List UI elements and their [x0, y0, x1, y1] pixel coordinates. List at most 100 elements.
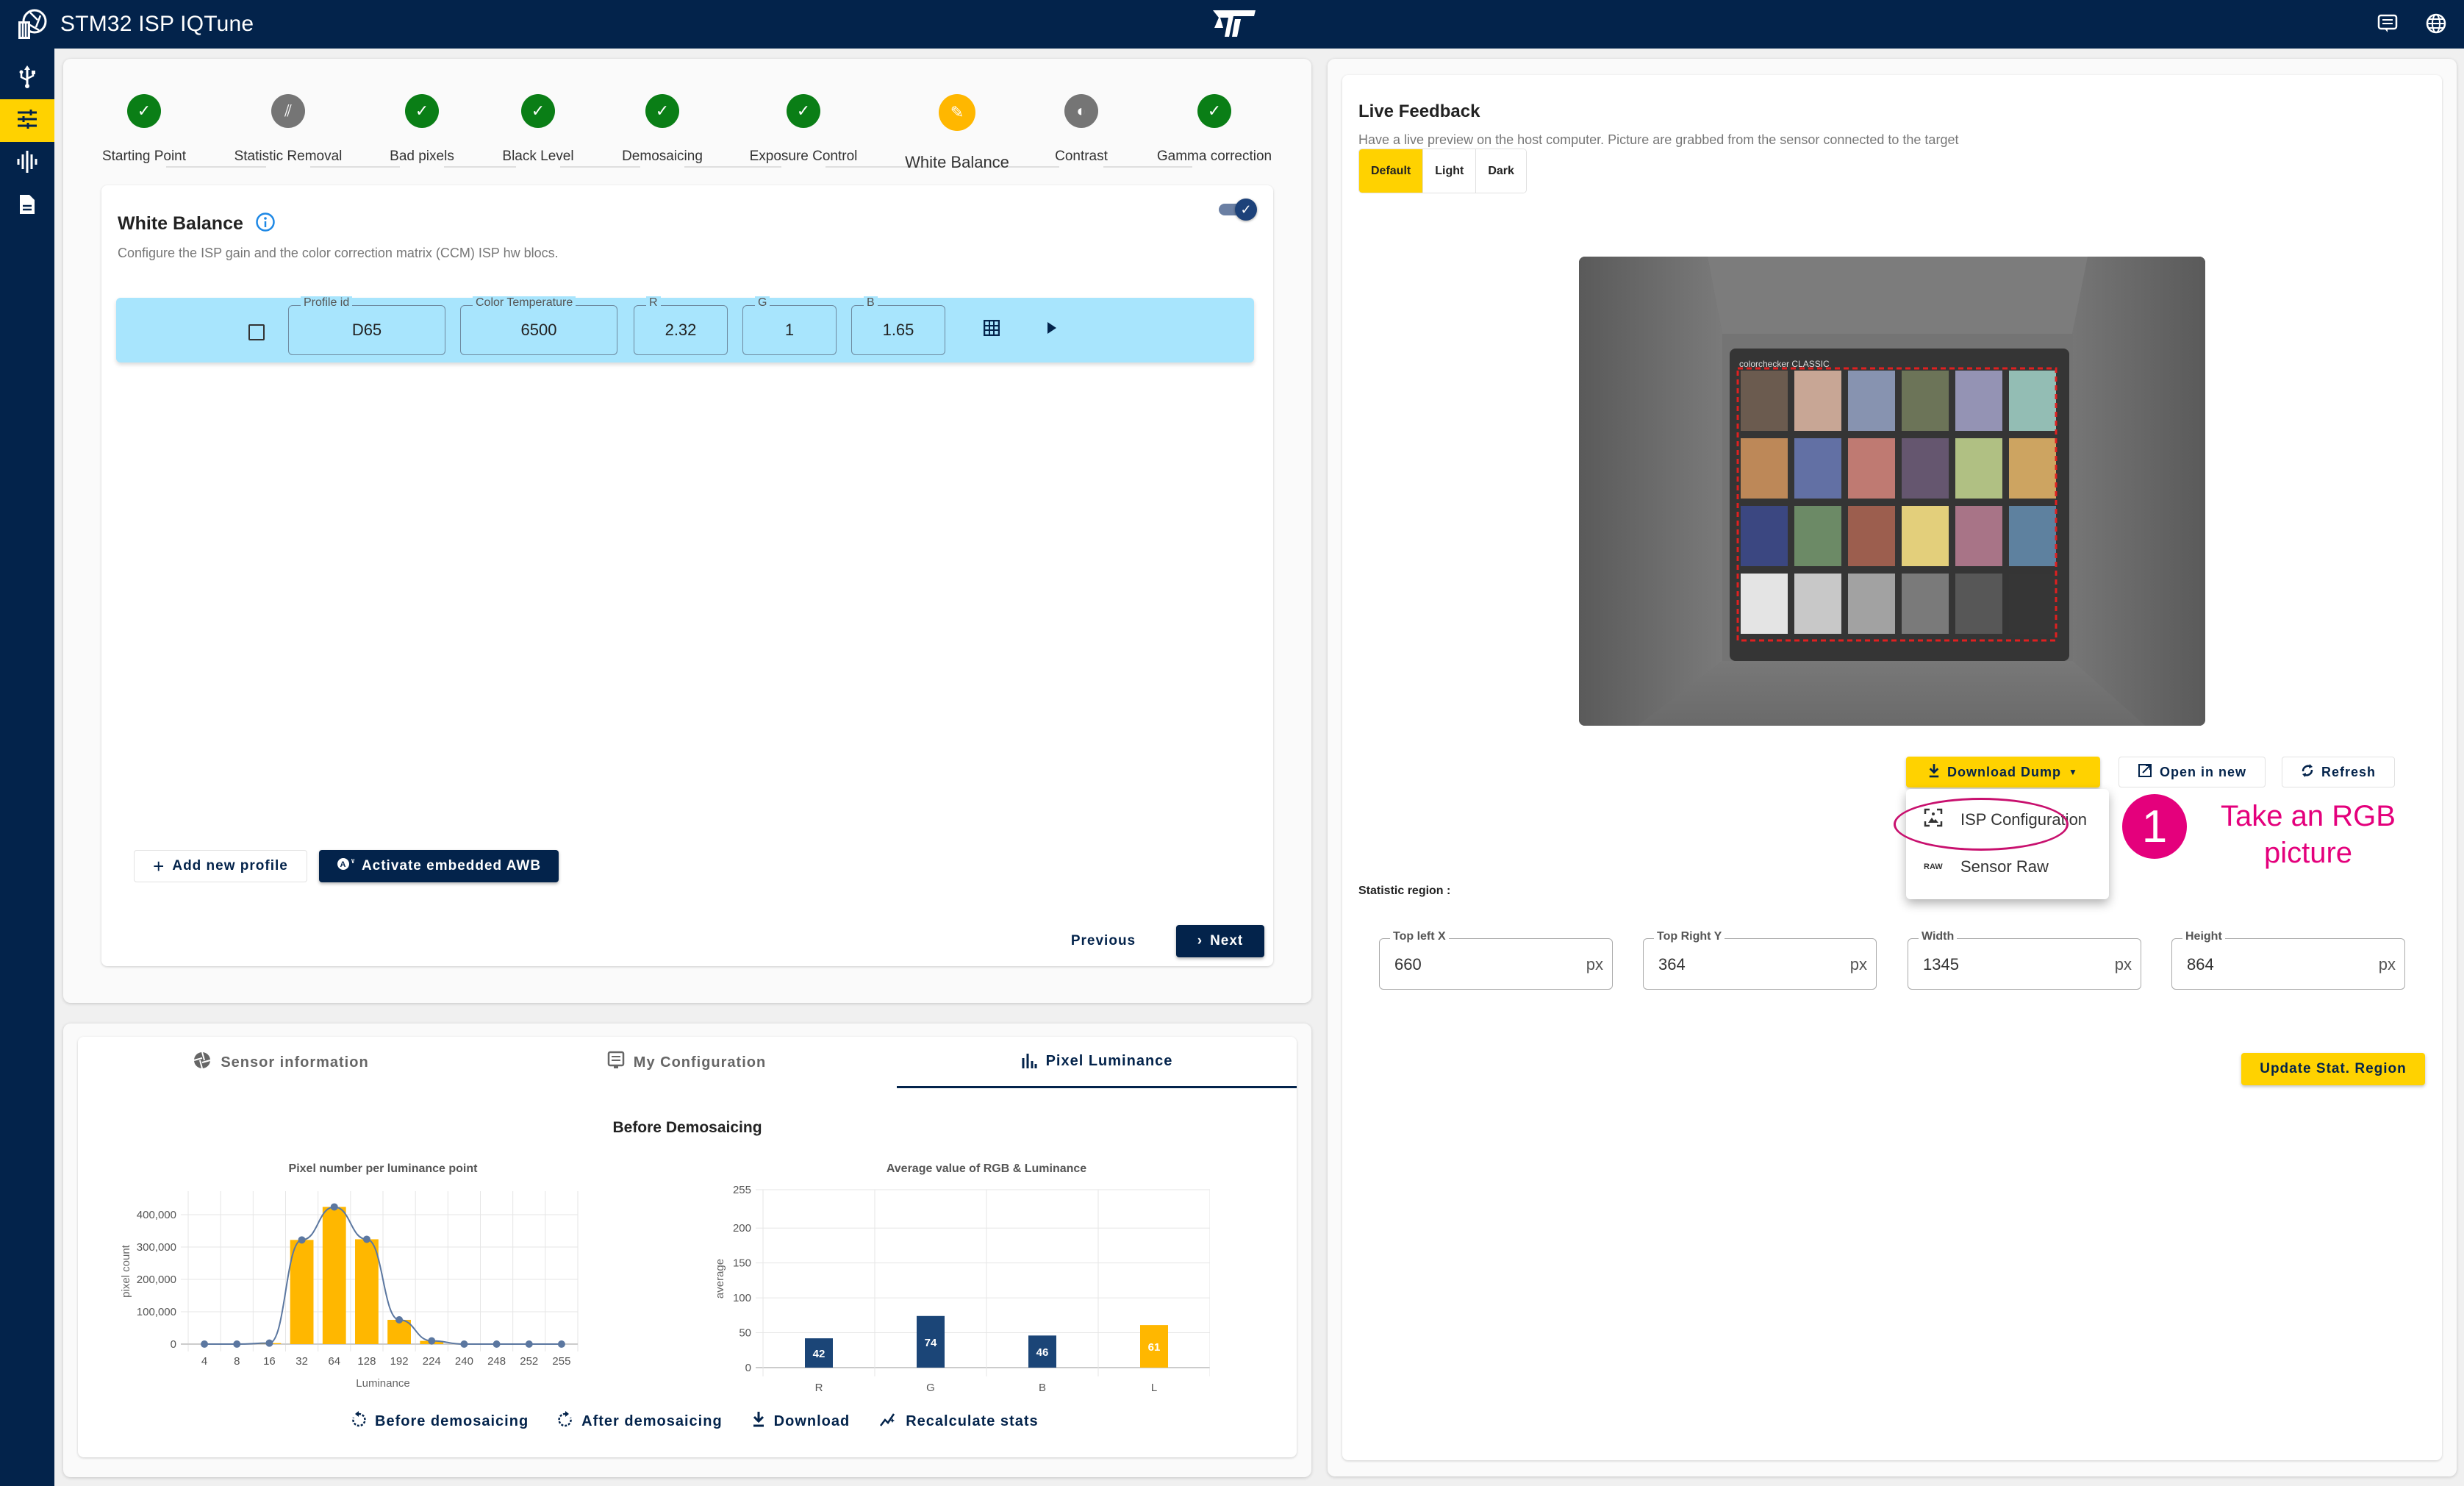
color-temperature-field[interactable]: Color Temperature 6500	[460, 296, 617, 355]
trend-point	[428, 1337, 436, 1345]
sparkle-chart-icon	[879, 1411, 897, 1432]
step-label: Starting Point	[101, 149, 187, 164]
step-exposure-control[interactable]: ✓ Exposure Control	[723, 94, 884, 165]
stepper-connector	[166, 166, 266, 168]
x-tick-label: 240	[455, 1355, 473, 1368]
tab-pixel-luminance[interactable]: Pixel Luminance	[897, 1037, 1297, 1088]
g-gain-field[interactable]: G1	[742, 296, 837, 355]
tab-my-configuration[interactable]: My Configuration	[484, 1037, 889, 1088]
color-patch	[1741, 574, 1788, 634]
color-patch	[1955, 371, 2002, 431]
chat-settings-icon[interactable]	[2374, 10, 2401, 37]
white-balance-title: White Balance	[118, 213, 243, 234]
annotation-step-badge: 1	[2122, 794, 2187, 859]
annotation-highlight-ellipse	[1894, 798, 2069, 851]
menu-item-sensor-raw[interactable]: RAW Sensor Raw	[1906, 845, 2109, 889]
color-patch	[1848, 438, 1895, 499]
stats-card: Sensor information My Configuration Pixe…	[78, 1037, 1297, 1457]
color-patch	[1741, 371, 1788, 431]
rgb-average-chart: Average value of RGB & Luminance 0 50 100 15…	[714, 1162, 1210, 1394]
download-dump-button[interactable]: Download Dump ▼	[1906, 757, 2100, 787]
trend-point	[233, 1340, 241, 1348]
check-icon: ✓	[645, 94, 679, 128]
color-patch	[1902, 574, 1949, 634]
color-patch	[2009, 438, 2056, 499]
check-icon: ✓	[1197, 94, 1231, 128]
bar-chart-icon	[1021, 1051, 1037, 1073]
after-demosaicing-button[interactable]: After demosaicing	[558, 1411, 722, 1432]
update-stat-region-button[interactable]: Update Stat. Region	[2241, 1053, 2425, 1085]
pencil-icon: ✎	[939, 94, 975, 131]
chevron-right-icon: ›	[1197, 933, 1203, 949]
stepper-connector	[560, 166, 640, 168]
color-patch	[1902, 371, 1949, 431]
x-tick-label: R	[815, 1382, 823, 1394]
top-bar: STM32 ISP IQTune	[0, 0, 2464, 49]
stepper-connector	[684, 166, 781, 168]
add-new-profile-button[interactable]: + Add new profile	[134, 850, 307, 882]
activate-awb-button[interactable]: AW Activate embedded AWB	[319, 850, 559, 882]
document-icon	[18, 193, 36, 219]
histogram-bar	[355, 1239, 379, 1344]
rotate-left-icon	[351, 1411, 366, 1432]
refresh-button[interactable]: Refresh	[2282, 757, 2395, 787]
trend-point	[330, 1203, 338, 1211]
before-demosaicing-button[interactable]: Before demosaicing	[351, 1411, 529, 1432]
color-patch	[1741, 506, 1788, 566]
download-stats-button[interactable]: Download	[752, 1411, 850, 1432]
play-icon[interactable]	[1047, 321, 1057, 338]
refresh-icon	[2301, 762, 2314, 782]
sidebar-item-usb[interactable]	[0, 57, 54, 99]
white-balance-enable-toggle[interactable]: ✓	[1219, 199, 1257, 221]
tab-sensor-information[interactable]: Sensor information	[78, 1037, 484, 1088]
x-tick-label: 252	[520, 1355, 538, 1368]
x-tick-label: 224	[423, 1355, 441, 1368]
b-gain-field[interactable]: B 1.65	[851, 296, 945, 355]
recalculate-stats-button[interactable]: Recalculate stats	[879, 1411, 1038, 1432]
x-tick-label: 8	[234, 1355, 240, 1368]
theme-toggle-group: Default Light Dark	[1358, 149, 1527, 193]
globe-icon[interactable]	[2423, 10, 2449, 37]
tuning-panel: ✓ Starting Point ⫽ Statistic Removal ✓ Bad pi…	[63, 59, 1311, 1003]
next-button[interactable]: › Next	[1176, 925, 1264, 957]
sidebar-item-document[interactable]	[0, 185, 54, 227]
stepper-connector	[1103, 166, 1192, 168]
mode-light-button[interactable]: Light	[1423, 149, 1477, 193]
caret-down-icon: ▼	[2069, 767, 2078, 777]
top-right-y-field[interactable]: Top Right Y 364 px	[1643, 930, 1877, 990]
trend-point	[557, 1340, 565, 1348]
bar-data-label: 74	[925, 1337, 937, 1349]
sidebar-item-signal[interactable]	[0, 142, 54, 185]
download-icon	[752, 1411, 765, 1432]
sidebar-item-tuning[interactable]	[0, 99, 54, 142]
height-field[interactable]: Height 864 px	[2171, 930, 2405, 990]
ccm-grid-icon[interactable]	[983, 319, 1000, 340]
mode-dark-button[interactable]: Dark	[1476, 149, 1526, 193]
trend-point	[460, 1340, 468, 1348]
r-gain-field[interactable]: R 2.32	[634, 296, 728, 355]
x-tick-label: L	[1151, 1382, 1157, 1394]
profile-id-field[interactable]: Profile id D65	[288, 296, 445, 355]
svg-text:W: W	[351, 858, 354, 865]
y-axis-label: average	[714, 1259, 726, 1299]
step-gamma-correction[interactable]: ✓ Gamma correction	[1133, 94, 1295, 165]
trend-point	[493, 1340, 501, 1348]
color-patch	[1848, 506, 1895, 566]
width-field[interactable]: Width 1345 px	[1908, 930, 2141, 990]
step-label: Demosaicing	[622, 149, 703, 164]
profile-select-checkbox[interactable]	[248, 324, 265, 340]
histogram-bar	[322, 1207, 346, 1344]
raw-icon: RAW	[1924, 862, 1943, 871]
statistic-region-label: Statistic region :	[1358, 885, 1451, 897]
x-tick-label: 32	[296, 1355, 308, 1368]
info-icon[interactable]	[255, 212, 276, 236]
histogram-bar	[290, 1240, 314, 1344]
step-label: Exposure Control	[749, 149, 858, 164]
step-demosaicing[interactable]: ✓ Demosaicing	[581, 94, 743, 165]
top-left-x-field[interactable]: Top left X 660 px	[1379, 930, 1613, 990]
open-in-new-button[interactable]: Open in new	[2119, 757, 2266, 787]
previous-button[interactable]: Previous	[1063, 925, 1144, 957]
mode-default-button[interactable]: Default	[1359, 149, 1424, 193]
color-patch	[2009, 506, 2056, 566]
step-starting-point[interactable]: ✓ Starting Point	[63, 94, 225, 165]
